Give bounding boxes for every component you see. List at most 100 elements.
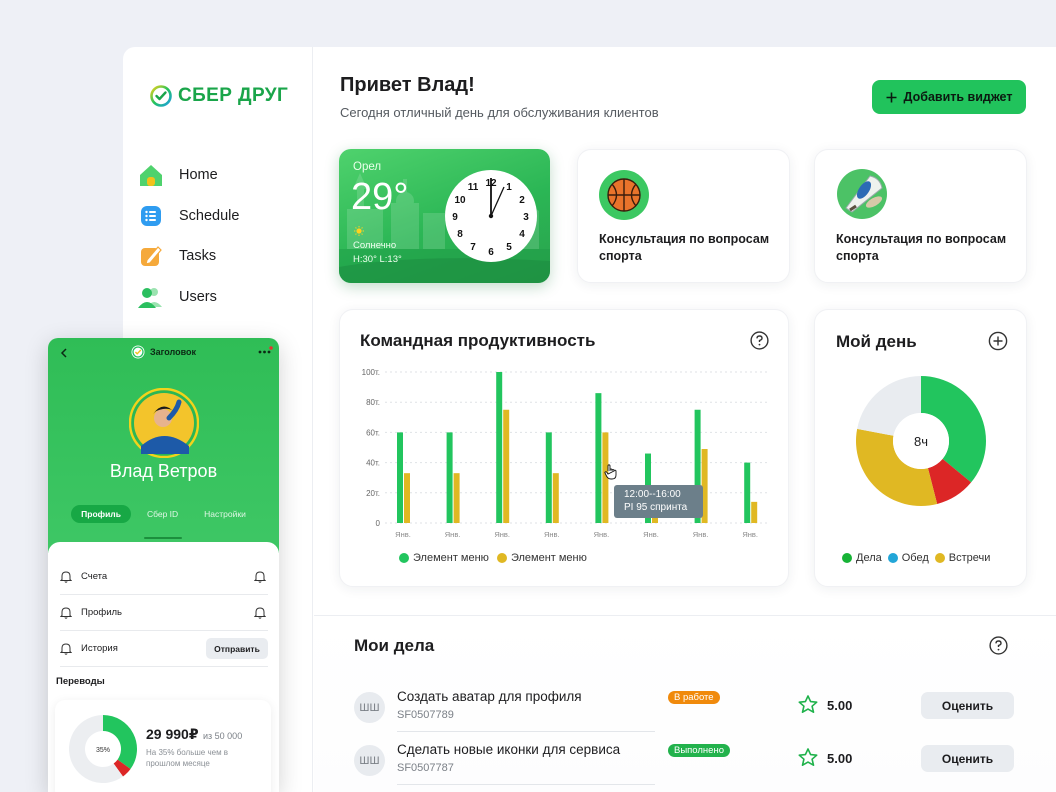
list-item-label: Счета [81, 571, 108, 582]
page-title: Привет Влад! [340, 74, 475, 96]
y-tick-label: 20т. [366, 489, 380, 498]
logo[interactable]: СБЕР ДРУГ [149, 84, 288, 108]
tab-settings[interactable]: Настройки [194, 505, 256, 523]
avatar[interactable] [129, 388, 199, 458]
bar-yellow [453, 473, 460, 523]
avatar: ШШ [354, 745, 385, 776]
weather-city: Орел [353, 161, 382, 173]
add-circle-icon[interactable] [988, 331, 1008, 351]
schedule-icon [138, 203, 164, 229]
bell-icon [60, 571, 72, 583]
bell-icon [60, 643, 72, 655]
bell-icon[interactable] [254, 606, 266, 619]
help-icon[interactable] [989, 636, 1008, 655]
sidebar-item-label: Users [179, 288, 217, 305]
sport-card-title: Консультация по вопросам спорта [599, 232, 770, 263]
x-tick-label: Янв. [594, 530, 610, 539]
task-row[interactable]: ШШ Создать аватар для профиля SF0507789 … [354, 687, 1014, 733]
bar-green [595, 393, 602, 523]
task-row[interactable]: ШШ Сделать новые иконки для сервиса SF05… [354, 740, 1014, 786]
transfer-donut-chart: 35% [68, 715, 137, 783]
list-item-label: Профиль [81, 607, 123, 618]
status-badge: В работе [668, 691, 720, 704]
chart-tooltip: 12:00--16:00 PI 95 спринта [614, 485, 703, 518]
list-item-profile[interactable]: Профиль [60, 595, 268, 631]
rate-button[interactable]: Оценить [921, 692, 1014, 719]
my-day-title: Мой день [836, 332, 917, 351]
tasks-title: Мои дела [354, 636, 435, 655]
add-widget-button[interactable]: Добавить виджет [872, 80, 1026, 114]
add-widget-label: Добавить виджет [903, 90, 1013, 104]
profile-sheet: Счета Профиль История Отправить Переводы… [48, 542, 279, 792]
my-day-donut-chart: 8ч [856, 376, 986, 506]
x-tick-label: Янв. [445, 530, 461, 539]
main-content: Привет Влад! Сегодня отличный день для о… [314, 47, 1056, 792]
weather-high-low: H:30° L:13° [353, 254, 402, 265]
transfer-amount-line: 29 990₽ из 50 000 [146, 726, 242, 744]
sport-card[interactable]: Консультация по вопросам спорта [814, 149, 1027, 283]
tasks-section: Мои дела ШШ Создать аватар для профиля S… [314, 615, 1056, 792]
legend-dot-green [842, 553, 852, 563]
bell-icon[interactable] [254, 570, 266, 583]
list-item-accounts[interactable]: Счета [60, 559, 268, 595]
tasks-icon [138, 243, 164, 269]
sidebar-item-label: Schedule [179, 207, 240, 224]
bar-green [446, 432, 453, 523]
tooltip-sprint: PI 95 спринта [624, 502, 688, 513]
clock-number: 5 [506, 242, 512, 253]
x-tick-label: Янв. [494, 530, 510, 539]
users-icon [138, 284, 164, 310]
send-button[interactable]: Отправить [206, 638, 268, 659]
clock-number: 2 [519, 195, 525, 206]
list-item-history[interactable]: История Отправить [60, 631, 268, 667]
task-score: 5.00 [827, 751, 853, 766]
list-item-label: История [81, 643, 118, 654]
bar-green [397, 432, 403, 523]
legend-dot-yellow [496, 553, 507, 563]
bar-green [545, 432, 552, 523]
mobile-header-title: Заголовок [149, 347, 197, 357]
productivity-card: Командная продуктивность 0 20т. 40т. 60т. 80… [339, 309, 789, 587]
x-tick-label: Янв. [395, 530, 411, 539]
rate-button[interactable]: Оценить [921, 745, 1014, 772]
transfer-limit: из 50 000 [203, 731, 243, 741]
legend-label: Встречи [948, 552, 991, 564]
mobile-header: Заголовок [48, 345, 279, 359]
tab-sber-id[interactable]: Сбер ID [137, 505, 188, 523]
sidebar-item-home[interactable]: Home [138, 155, 239, 196]
clock-number: 8 [457, 229, 463, 240]
star-icon[interactable] [798, 695, 818, 714]
basketball-icon [599, 170, 649, 220]
x-tick-label: Янв. [643, 530, 659, 539]
productivity-title: Командная продуктивность [360, 331, 596, 350]
sun-icon [354, 226, 364, 236]
sidebar-item-tasks[interactable]: Tasks [138, 236, 239, 277]
help-icon[interactable] [750, 331, 769, 350]
sidebar-item-schedule[interactable]: Schedule [138, 196, 239, 237]
sport-card[interactable]: Консультация по вопросам спорта [577, 149, 790, 283]
task-code: SF0507789 [397, 709, 454, 721]
mobile-profile-screen: Заголовок Влад Ветров Профиль Сбер ID На… [48, 338, 279, 792]
clock-icon: 12 1 2 3 4 5 6 7 8 9 10 11 [445, 170, 537, 262]
clock-number: 9 [452, 212, 458, 223]
transfer-amount: 29 990₽ [146, 726, 199, 742]
legend-label: Дела [856, 552, 882, 564]
bar-green [744, 462, 751, 523]
task-score: 5.00 [827, 698, 853, 713]
tab-profile[interactable]: Профиль [71, 505, 131, 523]
status-badge: Выполнено [668, 744, 730, 757]
user-name: Влад Ветров [109, 461, 218, 481]
task-name: Сделать новые иконки для сервиса [397, 742, 621, 757]
more-icon[interactable] [257, 346, 273, 356]
star-icon[interactable] [798, 748, 818, 767]
task-name: Создать аватар для профиля [397, 689, 582, 704]
weather-widget[interactable]: Орел 29° Солнечно H:30° L:13° 12 1 2 3 4… [339, 149, 550, 283]
sport-card-title: Консультация по вопросам спорта [836, 232, 1007, 263]
profile-tabs: Профиль Сбер ID Настройки [48, 505, 279, 523]
home-icon [138, 162, 164, 188]
clock-number: 7 [470, 242, 476, 253]
sidebar-item-users[interactable]: Users [138, 277, 239, 318]
x-tick-label: Янв. [693, 530, 709, 539]
sber-logo-icon [131, 345, 145, 359]
transfer-card[interactable]: 35% 29 990₽ из 50 000 На 35% больше чем … [55, 700, 271, 792]
